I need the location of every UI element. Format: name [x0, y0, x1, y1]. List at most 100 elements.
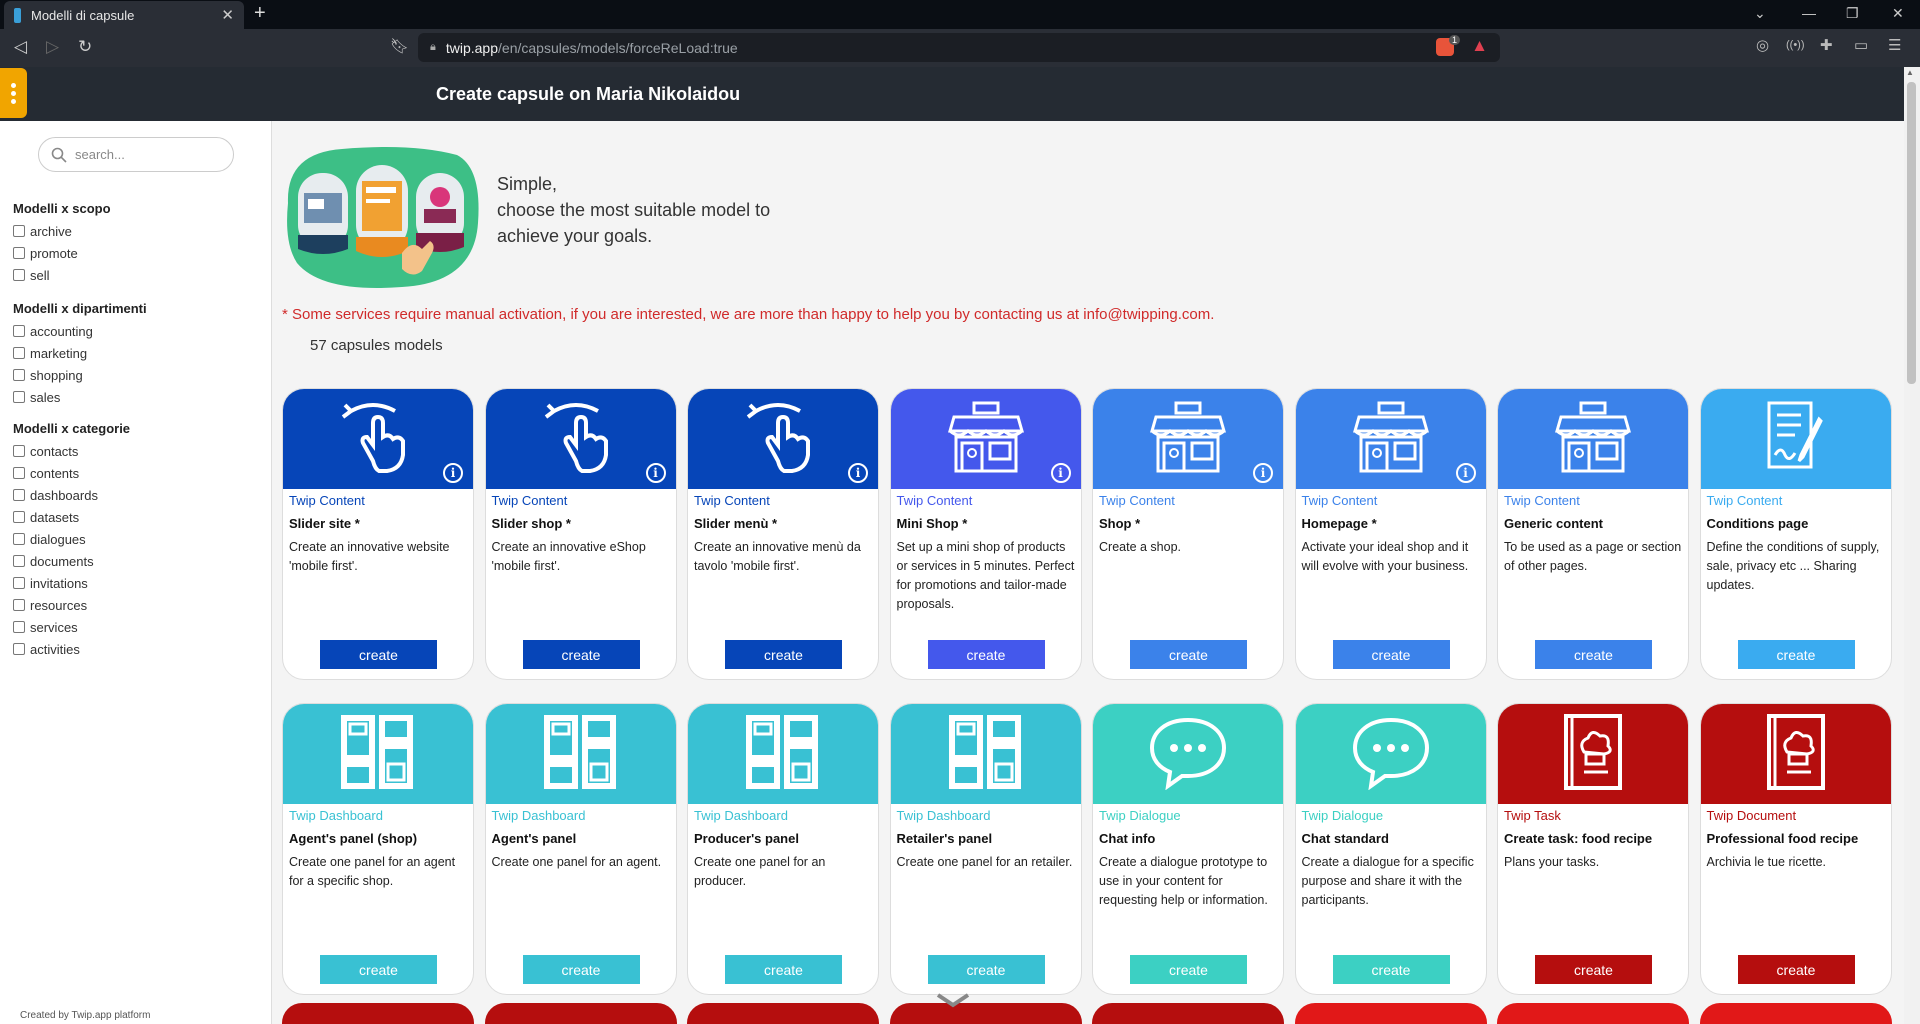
capsule-model-card[interactable] — [1699, 1003, 1892, 1024]
filter-option-dashboards[interactable]: dashboards — [13, 484, 130, 506]
filter-option-services[interactable]: services — [13, 616, 130, 638]
search-input[interactable]: search... — [38, 137, 234, 172]
capsule-model-card[interactable]: Twip Dialogue Chat info Create a dialogue … — [1092, 703, 1284, 995]
info-icon[interactable]: i — [848, 463, 868, 483]
minimize-icon[interactable]: — — [1802, 5, 1816, 21]
capsule-model-card[interactable] — [889, 1003, 1082, 1024]
filter-option-documents[interactable]: documents — [13, 550, 130, 572]
filter-checkbox[interactable] — [13, 489, 25, 501]
filter-checkbox[interactable] — [13, 445, 25, 457]
scroll-up-arrow-icon[interactable]: ▲ — [1906, 68, 1914, 77]
create-button[interactable]: create — [725, 955, 842, 984]
info-icon[interactable]: i — [1253, 463, 1273, 483]
close-tab-icon[interactable]: ✕ — [221, 6, 234, 24]
capsule-model-card[interactable]: i Twip Content Mini Shop * Set up a mini sh… — [889, 388, 1082, 680]
capsule-model-card[interactable]: Twip Task Create task: food recipe Plans y… — [1497, 703, 1689, 995]
filter-option-sales[interactable]: sales — [13, 386, 147, 408]
filter-checkbox[interactable] — [13, 369, 25, 381]
new-tab-icon[interactable]: + — [254, 2, 266, 25]
capsule-model-card[interactable]: Twip Dashboard Agent's panel Create one pa… — [484, 703, 677, 995]
info-icon[interactable]: i — [1455, 463, 1476, 483]
filter-checkbox[interactable] — [13, 391, 25, 403]
capsule-model-card[interactable]: Twip Dashboard Retailer's panel Create one… — [889, 703, 1082, 995]
extension-target-icon[interactable]: ◎ — [1756, 36, 1769, 54]
filter-option-resources[interactable]: resources — [13, 594, 130, 616]
filter-option-dialogues[interactable]: dialogues — [13, 528, 130, 550]
brave-rewards-icon[interactable]: ▲ — [1471, 36, 1488, 56]
capsule-model-card[interactable]: Twip Dialogue Chat standard Create a dialo… — [1294, 703, 1487, 995]
capsule-model-card[interactable]: i Twip Content Slider shop * Create an inno… — [484, 388, 677, 680]
filter-checkbox[interactable] — [13, 621, 25, 633]
capsule-model-card[interactable]: i Twip Content Slider menù * Create an inno… — [687, 388, 879, 680]
filter-checkbox[interactable] — [13, 247, 25, 259]
filter-checkbox[interactable] — [13, 577, 25, 589]
create-button[interactable]: create — [1737, 640, 1855, 669]
create-button[interactable]: create — [320, 640, 437, 669]
info-icon[interactable]: i — [1050, 463, 1071, 483]
filter-option-contacts[interactable]: contacts — [13, 440, 130, 462]
create-button[interactable]: create — [522, 640, 640, 669]
create-button[interactable]: create — [522, 955, 640, 984]
filter-option-activities[interactable]: activities — [13, 638, 130, 660]
capsule-model-card[interactable]: Twip Content Conditions page Define the co… — [1699, 388, 1892, 680]
create-button[interactable]: create — [927, 640, 1045, 669]
extensions-puzzle-icon[interactable]: ✚ — [1820, 36, 1833, 54]
capsule-model-card[interactable]: Twip Dashboard Producer's panel Create one… — [687, 703, 879, 995]
capsule-model-card[interactable] — [687, 1003, 879, 1024]
filter-option-marketing[interactable]: marketing — [13, 342, 147, 364]
filter-option-promote[interactable]: promote — [13, 242, 111, 264]
capsule-model-card[interactable]: Twip Document Professional food recipe Arc… — [1699, 703, 1892, 995]
filter-checkbox[interactable] — [13, 533, 25, 545]
filter-checkbox[interactable] — [13, 599, 25, 611]
filter-option-datasets[interactable]: datasets — [13, 506, 130, 528]
reload-icon[interactable]: ↻ — [78, 37, 92, 57]
filter-checkbox[interactable] — [13, 643, 25, 655]
filter-checkbox[interactable] — [13, 347, 25, 359]
restore-icon[interactable]: ❐ — [1846, 5, 1859, 22]
wallet-icon[interactable]: ▭ — [1854, 36, 1868, 54]
browser-menu-icon[interactable]: ☰ — [1888, 36, 1901, 54]
info-icon[interactable]: i — [443, 463, 463, 483]
capsule-model-card[interactable] — [484, 1003, 677, 1024]
filter-checkbox[interactable] — [13, 269, 25, 281]
forward-icon[interactable]: ▷ — [46, 37, 59, 57]
create-button[interactable]: create — [1332, 640, 1450, 669]
info-icon[interactable]: i — [645, 463, 666, 483]
create-button[interactable]: create — [1332, 955, 1450, 984]
create-button[interactable]: create — [1130, 955, 1247, 984]
filter-checkbox[interactable] — [13, 467, 25, 479]
create-button[interactable]: create — [1737, 955, 1855, 984]
filter-checkbox[interactable] — [13, 225, 25, 237]
filter-checkbox[interactable] — [13, 325, 25, 337]
tab-search-chevron-icon[interactable]: ⌄ — [1754, 5, 1766, 22]
filter-option-shopping[interactable]: shopping — [13, 364, 147, 386]
scrollbar-thumb[interactable] — [1907, 82, 1916, 384]
filter-checkbox[interactable] — [13, 511, 25, 523]
scroll-down-chevron-icon[interactable] — [936, 992, 970, 1008]
back-icon[interactable]: ◁ — [14, 37, 27, 57]
address-bar[interactable]: 🔒︎ twip.app/en/capsules/models/forceReLo… — [418, 33, 1500, 62]
filter-option-accounting[interactable]: accounting — [13, 320, 147, 342]
capsule-model-card[interactable] — [282, 1003, 474, 1024]
filter-option-archive[interactable]: archive — [13, 220, 111, 242]
capsule-model-card[interactable]: Twip Content Generic content To be used as… — [1497, 388, 1689, 680]
capsule-model-card[interactable]: i Twip Content Homepage * Activate your ide… — [1294, 388, 1487, 680]
capsule-model-card[interactable] — [1294, 1003, 1487, 1024]
create-button[interactable]: create — [1535, 640, 1652, 669]
filter-option-contents[interactable]: contents — [13, 462, 130, 484]
capsule-model-card[interactable]: Twip Dashboard Agent's panel (shop) Create… — [282, 703, 474, 995]
capsule-model-card[interactable]: i Twip Content Slider site * Create an inno… — [282, 388, 474, 680]
capsule-model-card[interactable] — [1497, 1003, 1689, 1024]
create-button[interactable]: create — [725, 640, 842, 669]
filter-option-invitations[interactable]: invitations — [13, 572, 130, 594]
create-button[interactable]: create — [320, 955, 437, 984]
filter-checkbox[interactable] — [13, 555, 25, 567]
bookmark-icon[interactable]: 🔖︎ — [390, 37, 409, 55]
create-button[interactable]: create — [927, 955, 1045, 984]
close-window-icon[interactable]: ✕ — [1892, 5, 1904, 22]
capsule-model-card[interactable] — [1092, 1003, 1284, 1024]
create-button[interactable]: create — [1535, 955, 1652, 984]
app-menu-button[interactable] — [0, 68, 27, 118]
browser-tab[interactable]: Modelli di capsule ✕ — [4, 1, 244, 29]
filter-option-sell[interactable]: sell — [13, 264, 111, 286]
